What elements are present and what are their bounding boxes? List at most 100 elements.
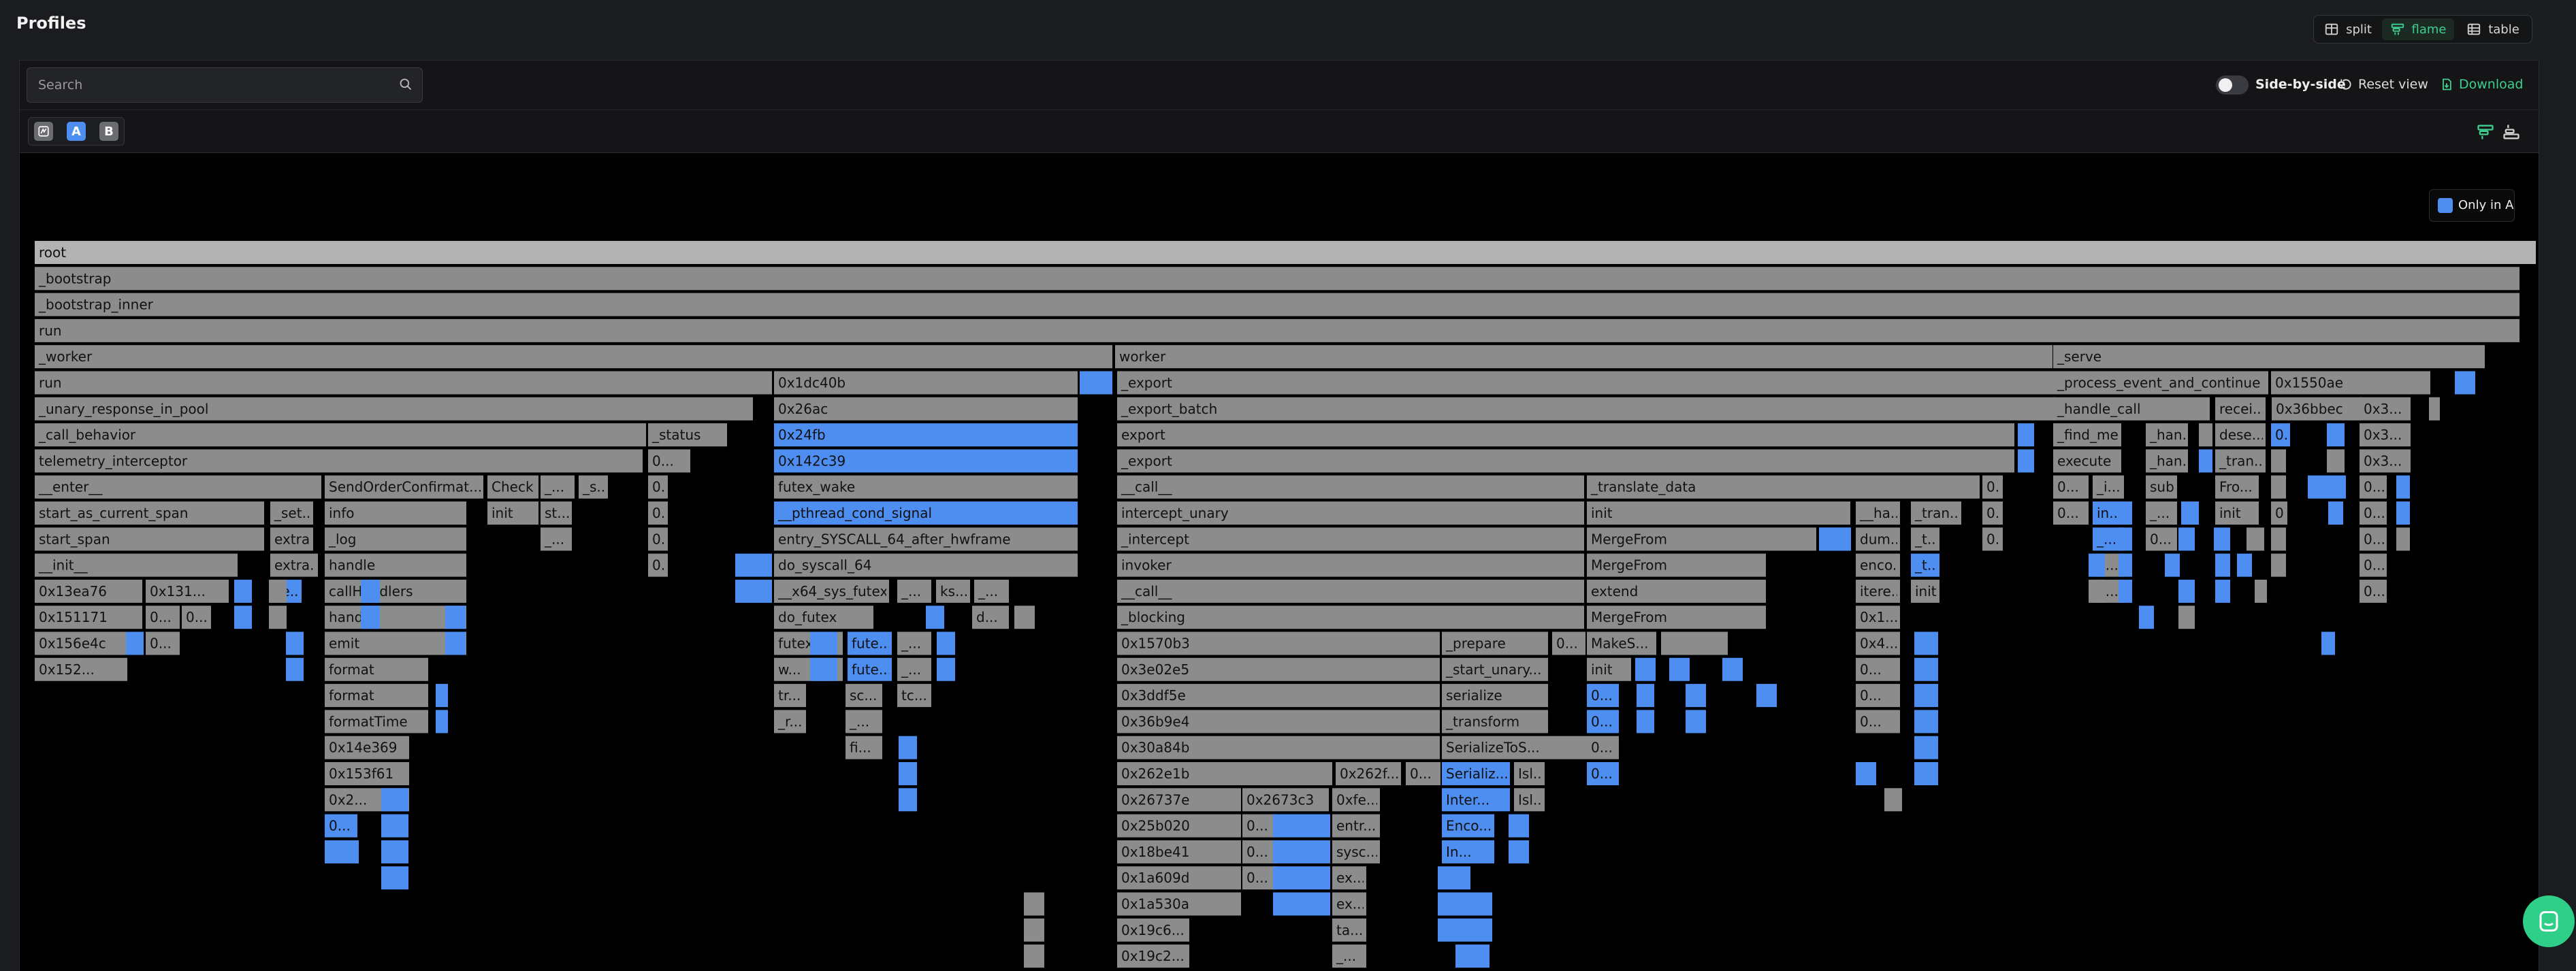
flame-frame-only-a[interactable] [1722, 657, 1743, 681]
flame-frame-only-a[interactable] [2181, 501, 2199, 525]
profile-a-button[interactable]: A [67, 122, 86, 141]
flame-frame[interactable] [35, 267, 2519, 291]
flame-frame-only-a[interactable] [1637, 684, 1654, 708]
table-view-button[interactable]: table [2460, 18, 2526, 40]
flame-frame-only-a[interactable] [926, 606, 944, 629]
flame-frame[interactable] [2178, 606, 2195, 629]
flame-frame-only-a[interactable] [2165, 553, 2180, 577]
flame-frame-only-a[interactable] [2237, 553, 2252, 577]
flame-frame[interactable] [1884, 788, 1902, 812]
flame-frame-only-a[interactable] [325, 840, 359, 863]
flame-frame[interactable] [35, 293, 2519, 316]
flame-frame-only-a[interactable] [126, 631, 144, 655]
chat-button[interactable] [2523, 895, 2575, 947]
flame-frame[interactable] [1117, 606, 1584, 629]
flame-frame-only-a[interactable] [1455, 944, 1490, 968]
flame-frame[interactable] [2271, 527, 2286, 551]
flame-frame[interactable] [2053, 345, 2485, 369]
flame-frame[interactable] [1024, 892, 1044, 916]
flame-frame-only-a[interactable] [1756, 684, 1777, 708]
profile-b-button[interactable]: B [99, 122, 118, 141]
flame-frame[interactable] [1117, 475, 1584, 499]
flame-frame-only-a[interactable] [2119, 527, 2132, 551]
flame-frame-only-a[interactable] [286, 631, 304, 655]
side-by-side-toggle[interactable] [2216, 76, 2249, 95]
flame-frame-only-a[interactable] [1686, 710, 1706, 734]
flamegraph-direction-icon[interactable] [2476, 122, 2495, 142]
flame-frame-only-a[interactable] [234, 606, 252, 629]
flame-frame-only-a[interactable] [735, 553, 772, 577]
flame-frame-only-a[interactable] [2178, 527, 2195, 551]
flame-frame-only-a[interactable] [2327, 423, 2345, 447]
flame-frame-only-a[interactable] [2178, 579, 2195, 603]
flame-frame-only-a[interactable] [1914, 631, 1938, 655]
flame-frame-only-a[interactable] [436, 710, 448, 734]
flame-frame-only-a[interactable] [899, 762, 917, 785]
flame-frame-only-a[interactable] [1438, 892, 1492, 916]
flame-frame[interactable] [269, 579, 287, 603]
flame-frame-only-a[interactable] [1637, 710, 1654, 734]
flame-frame[interactable] [2255, 579, 2267, 603]
flame-frame[interactable] [1115, 345, 2052, 369]
flame-frame-only-a[interactable] [1914, 657, 1938, 681]
flame-frame-only-a[interactable] [810, 631, 837, 655]
flame-frame-only-a[interactable] [1273, 892, 1330, 916]
flame-frame-only-a[interactable] [436, 684, 448, 708]
flame-frame-only-a[interactable] [810, 657, 837, 681]
split-view-button[interactable]: split [2318, 18, 2378, 40]
flame-frame-only-a[interactable] [381, 788, 408, 812]
flame-frame-only-a[interactable] [2215, 579, 2230, 603]
flame-frame-only-a[interactable] [2214, 527, 2230, 551]
flame-frame-only-a[interactable] [2396, 475, 2410, 499]
flame-frame-only-a[interactable] [1914, 762, 1938, 785]
flame-frame[interactable] [2429, 397, 2440, 421]
flame-frame-only-a[interactable] [2139, 606, 2154, 629]
flame-frame[interactable] [35, 241, 2536, 264]
flame-frame-only-a[interactable] [1914, 736, 1938, 759]
flame-frame-only-a[interactable] [2018, 423, 2034, 447]
flame-frame[interactable] [1117, 423, 2014, 447]
flame-frame-only-a[interactable] [286, 657, 304, 681]
icicle-direction-icon[interactable] [2502, 122, 2521, 142]
flame-frame-only-a[interactable] [1438, 866, 1470, 890]
flame-frame-only-a[interactable] [1686, 684, 1706, 708]
flame-frame[interactable] [2089, 579, 2105, 603]
flame-frame-only-a[interactable] [2215, 553, 2230, 577]
flame-frame[interactable] [2199, 423, 2212, 447]
flame-frame-only-a[interactable] [2396, 501, 2410, 525]
flame-frame[interactable] [35, 371, 772, 395]
flame-frame-only-a[interactable] [1509, 840, 1529, 863]
flame-frame-only-a[interactable] [2328, 501, 2343, 525]
flame-frame-only-a[interactable] [1509, 814, 1529, 838]
flame-frame-only-a[interactable] [1080, 371, 1112, 395]
flame-frame-only-a[interactable] [1856, 762, 1876, 785]
flame-frame-only-a[interactable] [2321, 631, 2335, 655]
flame-frame[interactable] [2247, 527, 2264, 551]
reset-view-button[interactable]: Reset view [2339, 74, 2428, 95]
flame-frame-only-a[interactable] [1273, 814, 1330, 838]
flame-frame-only-a[interactable] [2119, 553, 2132, 577]
flame-frame-only-a[interactable] [1438, 918, 1492, 942]
flame-frame-only-a[interactable] [2089, 553, 2105, 577]
flame-frame-only-a[interactable] [2455, 371, 2475, 395]
flame-frame-only-a[interactable] [1635, 657, 1656, 681]
flame-frame-only-a[interactable] [361, 606, 380, 629]
flame-frame[interactable] [1587, 501, 1850, 525]
flame-frame-only-a[interactable] [1914, 684, 1938, 708]
flame-frame-only-a[interactable] [2018, 449, 2034, 473]
flame-frame-only-a[interactable] [937, 631, 955, 655]
flame-frame[interactable] [1117, 371, 2055, 395]
flame-frame-only-a[interactable] [381, 840, 408, 863]
flame-frame[interactable] [2327, 449, 2345, 473]
flame-frame-only-a[interactable] [1273, 866, 1330, 890]
flame-frame-only-a[interactable] [361, 579, 380, 603]
flame-frame[interactable] [2396, 527, 2410, 551]
diff-mode-button[interactable] [34, 122, 53, 141]
flame-frame-only-a[interactable] [1273, 840, 1330, 863]
flame-view-button[interactable]: flame [2382, 18, 2454, 40]
flame-frame[interactable] [1014, 606, 1035, 629]
flame-frame[interactable] [269, 606, 287, 629]
flame-frame[interactable] [1661, 631, 1728, 655]
flame-frame-only-a[interactable] [899, 736, 917, 759]
flame-frame[interactable] [1024, 918, 1044, 942]
